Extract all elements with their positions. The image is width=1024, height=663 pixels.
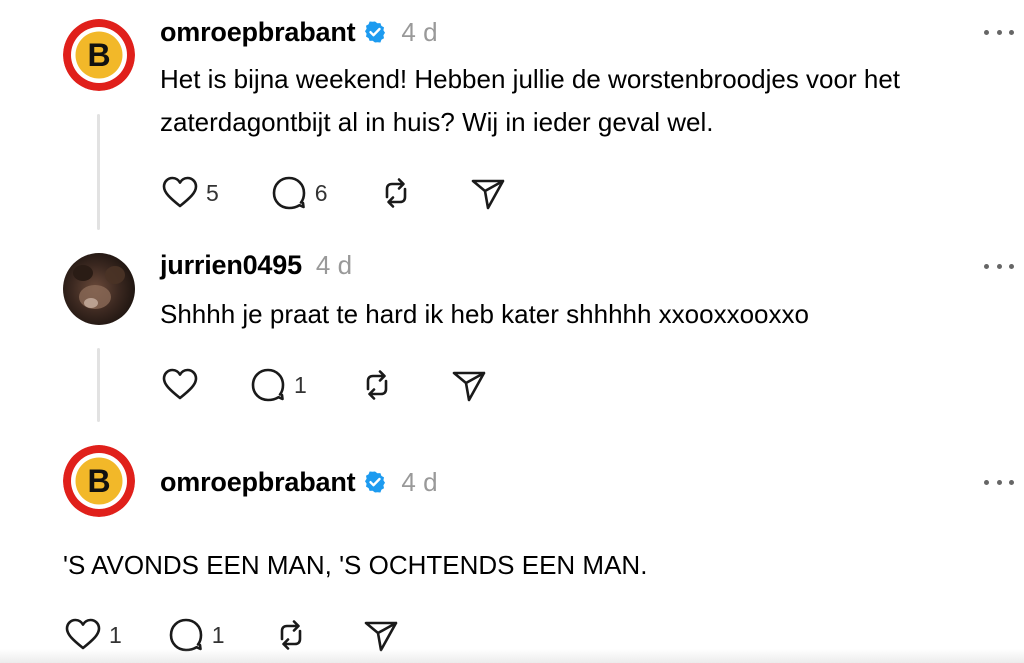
reply-count: 6 (314, 179, 328, 206)
reply-count: 1 (294, 371, 307, 398)
reply-button[interactable]: 1 (248, 365, 307, 405)
post-header: omroepbrabant 4 d (160, 14, 438, 50)
post-text-line: Het is bijna weekend! Hebben jullie de w… (160, 64, 900, 94)
post-text: Het is bijna weekend! Hebben jullie de w… (160, 58, 900, 144)
avatar[interactable]: B (63, 19, 135, 91)
like-button[interactable]: 5 (160, 173, 219, 213)
avatar[interactable] (63, 253, 135, 325)
more-options-icon[interactable] (984, 22, 1014, 42)
thread-connector (97, 348, 100, 422)
comment-icon (251, 368, 285, 402)
post-text: Shhhh je praat te hard ik heb kater shhh… (160, 299, 809, 329)
like-button[interactable] (160, 365, 200, 405)
verified-badge-icon (363, 20, 387, 44)
more-options-icon[interactable] (984, 256, 1014, 276)
repost-icon (366, 370, 388, 400)
heart-icon (162, 176, 198, 208)
logo-letter: B (87, 463, 110, 499)
omroepbrabant-logo-icon: B (63, 445, 135, 517)
post-header: jurrien0495 4 d (160, 247, 352, 283)
thread-view: B omroepbrabant 4 d Het is bijna weekend… (0, 0, 1024, 663)
more-options-icon[interactable] (984, 472, 1014, 492)
send-icon (452, 371, 486, 402)
like-count: 5 (206, 179, 219, 206)
send-icon (471, 179, 504, 210)
user-photo-icon (63, 253, 135, 325)
share-button[interactable] (449, 365, 489, 405)
repost-button[interactable] (376, 173, 416, 213)
post-time: 4 d (401, 466, 438, 497)
post-text: 'S AVONDS EEN MAN, 'S OCHTENDS EEN MAN. (63, 550, 648, 580)
repost-button[interactable] (357, 365, 397, 405)
heart-icon (162, 368, 198, 400)
post-text-line: zaterdagontbijt al in huis? Wij in ieder… (160, 107, 714, 137)
post-actions: 1 (160, 365, 489, 405)
post-header: omroepbrabant 4 d (160, 464, 438, 500)
like-count: 1 (109, 621, 122, 648)
omroepbrabant-logo-icon: B (63, 19, 135, 91)
thread-connector (97, 114, 100, 230)
username[interactable]: omroepbrabant (160, 17, 356, 48)
post-time: 4 d (315, 249, 353, 280)
post-actions: 5 6 (160, 173, 508, 213)
username[interactable]: omroepbrabant (160, 467, 356, 498)
reply-button[interactable]: 6 (269, 173, 328, 213)
avatar[interactable]: B (63, 445, 135, 517)
verified-badge-icon (363, 470, 387, 494)
share-button[interactable] (468, 173, 508, 213)
repost-icon (385, 178, 406, 208)
logo-letter: B (87, 37, 110, 73)
username[interactable]: jurrien0495 (160, 250, 302, 281)
comment-icon (272, 176, 306, 210)
reply-count: 1 (211, 621, 225, 648)
bottom-edge-shadow (0, 649, 1024, 663)
post-time: 4 d (401, 16, 438, 47)
